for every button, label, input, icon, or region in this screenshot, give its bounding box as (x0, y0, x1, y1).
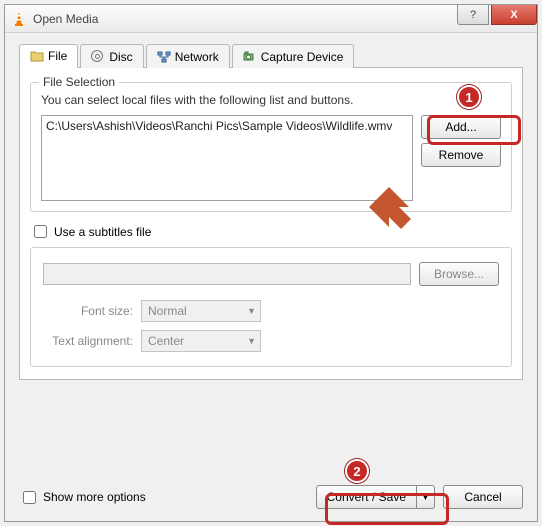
use-subtitles-label: Use a subtitles file (54, 225, 151, 239)
titlebar: Open Media ? X (5, 5, 537, 33)
folder-icon (30, 49, 44, 63)
annotation-marker-2: 2 (345, 459, 369, 483)
chevron-down-icon: ▼ (247, 336, 256, 346)
browse-button: Browse... (419, 262, 499, 286)
close-button[interactable]: X (491, 5, 537, 25)
alignment-label: Text alignment: (43, 334, 133, 348)
capture-icon (243, 50, 257, 64)
file-list[interactable]: C:\Users\Ashish\Videos\Ranchi Pics\Sampl… (41, 115, 413, 201)
show-more-options-checkbox[interactable] (23, 491, 36, 504)
file-selection-hint: You can select local files with the foll… (41, 93, 501, 107)
file-selection-legend: File Selection (39, 75, 119, 89)
alignment-value: Center (148, 334, 184, 348)
window-title: Open Media (33, 12, 457, 26)
use-subtitles-checkbox[interactable] (34, 225, 47, 238)
convert-save-dropdown[interactable]: ▼ (417, 485, 435, 509)
tab-disc[interactable]: Disc (80, 44, 143, 68)
tab-network-label: Network (175, 50, 219, 64)
chevron-down-icon: ▼ (247, 306, 256, 316)
list-item[interactable]: C:\Users\Ashish\Videos\Ranchi Pics\Sampl… (46, 118, 408, 134)
add-button[interactable]: Add... (421, 115, 501, 139)
tab-bar: File Disc Network Capture Device (19, 43, 523, 68)
tab-panel-file: File Selection You can select local file… (19, 68, 523, 380)
network-icon (157, 50, 171, 64)
tab-file-label: File (48, 49, 67, 63)
file-selection-group: File Selection You can select local file… (30, 82, 512, 212)
disc-icon (91, 50, 105, 64)
remove-button[interactable]: Remove (421, 143, 501, 167)
subtitle-path-input (43, 263, 411, 285)
tab-capture-label: Capture Device (261, 50, 344, 64)
fontsize-label: Font size: (43, 304, 133, 318)
convert-save-splitbutton[interactable]: Convert / Save ▼ (316, 485, 435, 509)
convert-save-button[interactable]: Convert / Save (316, 485, 417, 509)
cancel-button[interactable]: Cancel (443, 485, 523, 509)
open-media-dialog: Open Media ? X File Disc Network Capture… (4, 4, 538, 522)
help-button[interactable]: ? (457, 5, 489, 25)
show-more-options-label: Show more options (43, 490, 146, 504)
tab-disc-label: Disc (109, 50, 132, 64)
tab-network[interactable]: Network (146, 44, 230, 68)
vlc-icon (11, 11, 27, 27)
tab-capture[interactable]: Capture Device (232, 44, 355, 68)
fontsize-value: Normal (148, 304, 187, 318)
alignment-combo: Center ▼ (141, 330, 261, 352)
subtitles-group: Browse... Font size: Normal ▼ Text align… (30, 247, 512, 367)
tab-file[interactable]: File (19, 44, 78, 68)
fontsize-combo: Normal ▼ (141, 300, 261, 322)
